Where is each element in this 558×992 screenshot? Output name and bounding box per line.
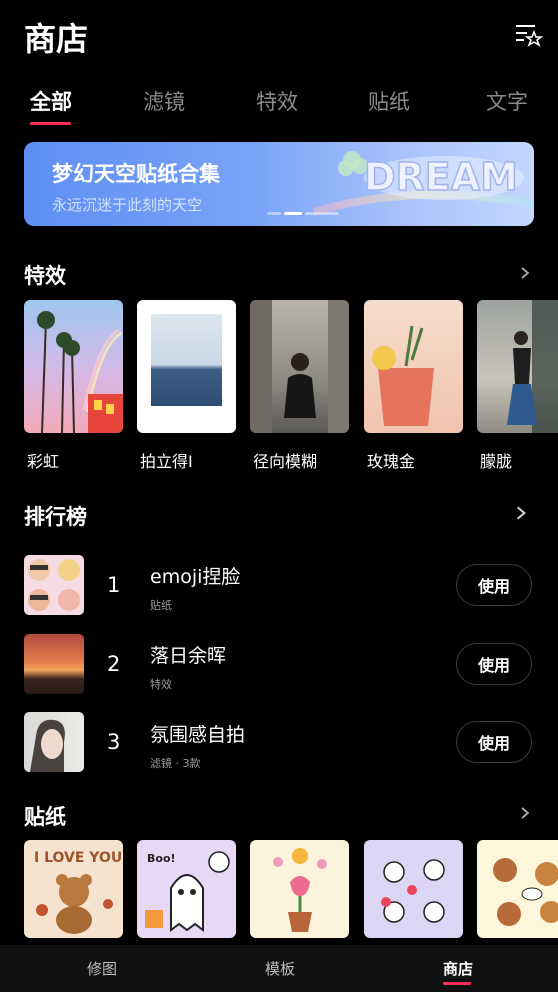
active-tab-indicator (30, 122, 71, 125)
carousel-dot (305, 212, 339, 215)
effect-card-polaroid[interactable] (137, 300, 236, 433)
effect-card-radial-blur[interactable] (250, 300, 349, 433)
sticker-card-chipmunk[interactable] (477, 840, 558, 938)
selfie-portrait-image (30, 719, 65, 772)
sticker-text: I LOVE YOU (34, 850, 122, 866)
tulip-sticker-image (273, 848, 327, 932)
use-button[interactable]: 使用 (456, 721, 532, 763)
hazy-thumbnail (507, 300, 558, 433)
effect-card-hazy[interactable] (477, 300, 558, 433)
rank-item-name: 落日余晖 (150, 645, 227, 667)
sticker-card-bear[interactable]: I LOVE YOU (24, 840, 123, 938)
rank-number: 1 (107, 573, 121, 597)
carousel-dot (267, 212, 281, 215)
carousel-dot-active (284, 212, 302, 215)
chipmunk-sticker-image (493, 858, 558, 926)
nav-templates[interactable]: 模板 (265, 958, 295, 979)
carousel-indicator (267, 212, 339, 215)
effect-label: 拍立得I (140, 452, 193, 471)
rank-thumbnail-sunset[interactable] (24, 634, 84, 694)
rank-thumbnail-emoji[interactable] (24, 555, 84, 615)
stickers-section-title: 贴纸 (24, 805, 66, 829)
banner-title: 梦幻天空贴纸合集 (52, 162, 220, 186)
ranking-section-title: 排行榜 (24, 505, 87, 529)
bear-sticker-image: I LOVE YOU (34, 850, 122, 934)
chevron-right-icon[interactable] (518, 266, 532, 280)
use-button[interactable]: 使用 (456, 643, 532, 685)
nav-store[interactable]: 商店 (443, 958, 473, 979)
effect-label: 彩虹 (27, 452, 60, 471)
tab-text[interactable]: 文字 (486, 86, 528, 116)
tab-stickers[interactable]: 贴纸 (368, 86, 410, 116)
emoji-faces-image (28, 559, 80, 611)
banner-art-text: DREAM (364, 155, 518, 199)
chevron-right-icon[interactable] (513, 505, 529, 521)
rank-thumbnail-selfie[interactable] (24, 712, 84, 772)
sticker-card-ghost[interactable]: Boo! (137, 840, 236, 938)
effect-card-rose-gold[interactable] (364, 300, 463, 433)
effect-card-rainbow[interactable] (24, 300, 123, 433)
polaroid-thumbnail (151, 314, 222, 406)
rank-item-name: emoji捏脸 (150, 566, 241, 588)
radial-blur-thumbnail (250, 300, 349, 433)
banner-subtitle: 永远沉迷于此刻的天空 (52, 196, 203, 214)
chevron-right-icon[interactable] (518, 806, 532, 820)
rank-item-name: 氛围感自拍 (150, 724, 246, 746)
promo-banner[interactable]: DREAM 梦幻天空贴纸合集 永远沉迷于此刻的天空 (24, 142, 534, 226)
rose-gold-thumbnail (372, 325, 434, 426)
effect-label: 玫瑰金 (367, 452, 416, 471)
sticker-card-bunny[interactable] (364, 840, 463, 938)
tab-filters[interactable]: 滤镜 (143, 86, 185, 116)
ghost-sticker-image: Boo! (145, 851, 230, 932)
tab-effects[interactable]: 特效 (256, 86, 298, 116)
sticker-text: Boo! (147, 852, 176, 865)
effect-label: 朦胧 (480, 452, 513, 471)
bunny-sticker-image (381, 859, 445, 923)
tab-all[interactable]: 全部 (30, 86, 72, 116)
effect-label: 径向模糊 (253, 452, 318, 471)
rank-number: 2 (107, 652, 121, 676)
rank-item-category: 贴纸 (150, 599, 172, 612)
use-button[interactable]: 使用 (456, 564, 532, 606)
nav-edit[interactable]: 修图 (87, 958, 117, 979)
active-nav-indicator (443, 982, 471, 985)
rank-item-category: 滤镜 · 3款 (150, 757, 201, 770)
page-title: 商店 (24, 20, 89, 58)
rank-item-category: 特效 (150, 678, 172, 691)
rainbow-thumbnail (37, 311, 123, 433)
sticker-card-tulip[interactable] (250, 840, 349, 938)
effects-section-title: 特效 (24, 264, 66, 288)
favorites-list-icon[interactable] (513, 20, 544, 50)
rank-number: 3 (107, 730, 121, 754)
